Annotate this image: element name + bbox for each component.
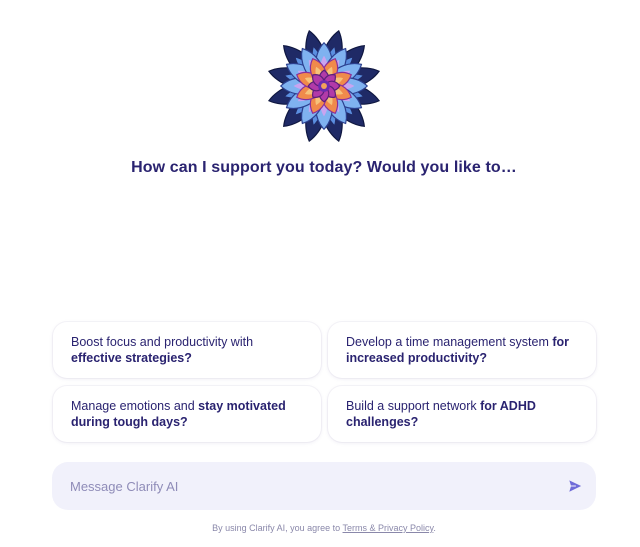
- mandala-logo-icon: [268, 30, 380, 142]
- suggestion-text: Build a support network: [346, 399, 481, 413]
- suggestion-text: Manage emotions and: [71, 399, 199, 413]
- message-composer: [52, 462, 596, 510]
- greeting-headline: How can I support you today? Would you l…: [131, 159, 517, 176]
- message-input[interactable]: [52, 462, 542, 510]
- suggestion-emphasis: effective strategies?: [71, 351, 192, 365]
- suggestion-text: Develop a time management system: [346, 335, 553, 349]
- legal-prefix: By using Clarify AI, you agree to: [212, 523, 343, 533]
- suggestion-card-focus[interactable]: Boost focus and productivity with effect…: [53, 322, 321, 378]
- legal-suffix: .: [433, 523, 436, 533]
- suggestion-card-emotions[interactable]: Manage emotions and stay motivated durin…: [53, 386, 321, 442]
- send-icon[interactable]: [568, 479, 582, 493]
- suggestion-card-support-network[interactable]: Build a support network for ADHD challen…: [328, 386, 596, 442]
- suggestion-card-time-management[interactable]: Develop a time management system for inc…: [328, 322, 596, 378]
- legal-notice: By using Clarify AI, you agree to Terms …: [0, 523, 640, 533]
- suggestion-text: Boost focus and productivity with: [71, 335, 254, 349]
- terms-privacy-link[interactable]: Terms & Privacy Policy: [343, 523, 434, 533]
